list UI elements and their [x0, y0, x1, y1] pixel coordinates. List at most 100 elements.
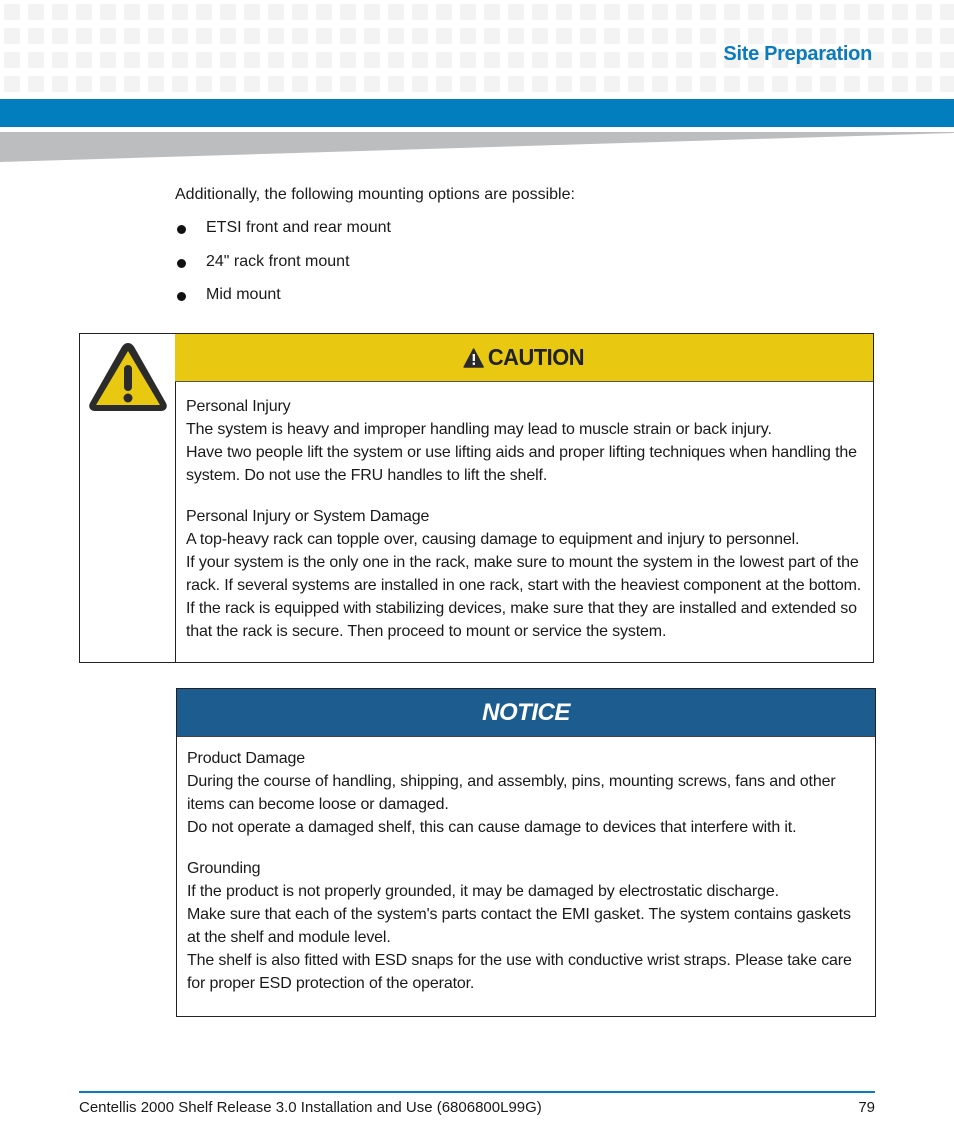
message-title: Grounding	[187, 860, 261, 877]
list-item-text: Mid mount	[206, 286, 281, 303]
pattern-cell	[316, 76, 332, 92]
pattern-cell	[364, 28, 380, 44]
pattern-cell	[244, 52, 260, 68]
pattern-cell	[76, 52, 92, 68]
pattern-cell	[772, 76, 788, 92]
pattern-cell	[100, 28, 116, 44]
pattern-cell	[220, 52, 236, 68]
pattern-cell	[628, 52, 644, 68]
pattern-cell	[148, 76, 164, 92]
pattern-cell	[556, 76, 572, 92]
pattern-cell	[4, 76, 20, 92]
pattern-cell	[244, 28, 260, 44]
bullet-icon	[177, 225, 186, 234]
pattern-cell	[52, 28, 68, 44]
pattern-cell	[748, 4, 764, 20]
pattern-cell	[676, 76, 692, 92]
pattern-cell	[916, 28, 932, 44]
pattern-cell	[268, 4, 284, 20]
pattern-cell	[28, 28, 44, 44]
pattern-cell	[196, 52, 212, 68]
pattern-cell	[100, 52, 116, 68]
pattern-cell	[4, 4, 20, 20]
pattern-cell	[676, 52, 692, 68]
pattern-cell	[700, 28, 716, 44]
pattern-cell	[652, 52, 668, 68]
notice-message: Grounding If the product is not properly…	[187, 857, 865, 995]
message-line: Make sure that each of the system's part…	[187, 906, 851, 946]
pattern-cell	[628, 28, 644, 44]
pattern-cell	[340, 52, 356, 68]
header-blue-band	[0, 99, 954, 127]
pattern-cell	[844, 4, 860, 20]
message-title: Personal Injury	[186, 398, 291, 415]
pattern-cell	[268, 28, 284, 44]
pattern-cell	[796, 4, 812, 20]
pattern-cell	[76, 76, 92, 92]
pattern-cell	[916, 4, 932, 20]
pattern-cell	[580, 4, 596, 20]
pattern-cell	[796, 28, 812, 44]
pattern-cell	[436, 76, 452, 92]
pattern-cell	[484, 28, 500, 44]
pattern-cell	[388, 28, 404, 44]
pattern-cell	[700, 76, 716, 92]
pattern-cell	[244, 76, 260, 92]
message-line: If your system is the only one in the ra…	[186, 554, 862, 640]
pattern-cell	[868, 76, 884, 92]
pattern-cell	[220, 28, 236, 44]
pattern-cell	[364, 76, 380, 92]
pattern-cell	[292, 28, 308, 44]
notice-box: NOTICE Product Damage During the course …	[176, 688, 876, 1017]
pattern-cell	[460, 76, 476, 92]
pattern-cell	[532, 4, 548, 20]
pattern-cell	[916, 76, 932, 92]
pattern-cell	[412, 52, 428, 68]
pattern-cell	[292, 52, 308, 68]
pattern-cell	[940, 28, 954, 44]
pattern-cell	[556, 52, 572, 68]
list-item: Mid mount	[175, 286, 391, 320]
pattern-cell	[220, 76, 236, 92]
pattern-cell	[508, 52, 524, 68]
pattern-cell	[172, 76, 188, 92]
pattern-cell	[52, 52, 68, 68]
pattern-cell	[724, 28, 740, 44]
pattern-cell	[532, 76, 548, 92]
pattern-cell	[388, 52, 404, 68]
pattern-cell	[868, 28, 884, 44]
pattern-cell	[28, 52, 44, 68]
pattern-cell	[892, 28, 908, 44]
pattern-cell	[460, 28, 476, 44]
caution-label: CAUTION	[463, 344, 585, 371]
pattern-cell	[580, 28, 596, 44]
pattern-cell	[220, 4, 236, 20]
pattern-cell	[748, 76, 764, 92]
pattern-cell	[676, 28, 692, 44]
pattern-cell	[676, 4, 692, 20]
notice-body: Product Damage During the course of hand…	[187, 747, 865, 1013]
pattern-cell	[940, 4, 954, 20]
page-number: 79	[858, 1099, 875, 1116]
pattern-cell	[724, 4, 740, 20]
notice-message: Product Damage During the course of hand…	[187, 747, 865, 839]
pattern-cell	[28, 76, 44, 92]
pattern-cell	[436, 52, 452, 68]
pattern-cell	[484, 4, 500, 20]
pattern-cell	[196, 76, 212, 92]
pattern-cell	[796, 76, 812, 92]
warning-triangle-icon	[89, 343, 167, 411]
pattern-cell	[196, 4, 212, 20]
pattern-cell	[148, 52, 164, 68]
footer-document-title: Centellis 2000 Shelf Release 3.0 Install…	[79, 1099, 542, 1116]
pattern-cell	[172, 52, 188, 68]
bullet-icon	[177, 292, 186, 301]
pattern-cell	[484, 52, 500, 68]
message-line: If the product is not properly grounded,…	[187, 883, 779, 900]
pattern-cell	[196, 28, 212, 44]
pattern-cell	[652, 4, 668, 20]
pattern-cell	[76, 4, 92, 20]
pattern-cell	[892, 52, 908, 68]
pattern-cell	[940, 76, 954, 92]
pattern-cell	[460, 4, 476, 20]
